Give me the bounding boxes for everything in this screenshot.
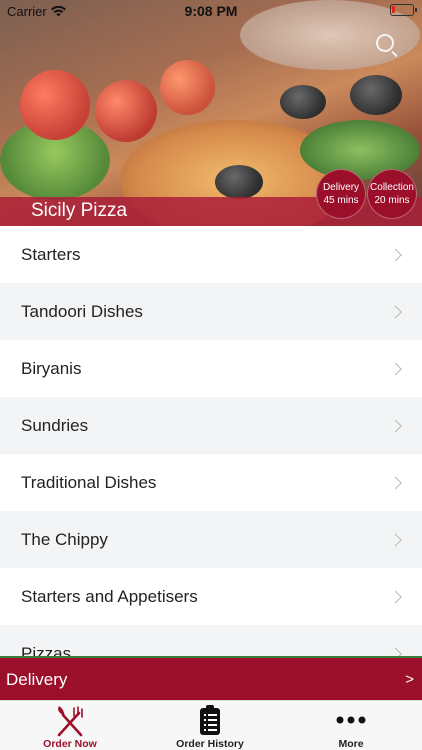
menu-category-list: Starters Tandoori Dishes Biryanis Sundri… [0, 226, 422, 656]
tab-label: Order History [176, 738, 244, 750]
tab-more[interactable]: More [281, 701, 421, 750]
menu-item-starters[interactable]: Starters [0, 226, 422, 283]
menu-item-the-chippy[interactable]: The Chippy [0, 511, 422, 568]
status-bar: Carrier 9:08 PM [0, 0, 422, 22]
menu-item-label: Traditional Dishes [21, 472, 157, 492]
menu-item-label: Tandoori Dishes [21, 301, 143, 321]
battery-icon [390, 4, 417, 16]
collection-badge-time: 20 mins [374, 195, 410, 206]
menu-item-starters-and-appetisers[interactable]: Starters and Appetisers [0, 568, 422, 625]
tab-order-now[interactable]: Order Now [0, 701, 140, 750]
menu-item-sundries[interactable]: Sundries [0, 397, 422, 454]
tab-order-history[interactable]: Order History [140, 701, 280, 750]
chevron-right-icon [389, 590, 402, 603]
tab-label: Order Now [43, 738, 97, 750]
chevron-right-icon [389, 533, 402, 546]
tab-label: More [338, 738, 364, 750]
collection-time-badge: Collection 20 mins [367, 169, 417, 219]
collection-badge-label: Collection [370, 182, 414, 193]
menu-item-label: Biryanis [21, 358, 82, 378]
delivery-mode-label: Delivery [6, 670, 68, 689]
menu-item-label: Pizzas [21, 643, 72, 657]
status-time: 9:08 PM [184, 3, 238, 19]
delivery-badge-time: 45 mins [323, 195, 359, 206]
chevron-right-icon [389, 305, 402, 318]
menu-item-label: The Chippy [21, 529, 108, 549]
delivery-mode-bar[interactable]: Delivery > [0, 656, 422, 700]
chevron-right-icon [389, 248, 402, 261]
menu-item-biryanis[interactable]: Biryanis [0, 340, 422, 397]
menu-item-pizzas[interactable]: Pizzas [0, 625, 422, 656]
delivery-badge-label: Delivery [322, 182, 360, 193]
menu-item-tandoori-dishes[interactable]: Tandoori Dishes [0, 283, 422, 340]
more-dots-icon [336, 716, 366, 724]
menu-item-label: Starters and Appetisers [21, 586, 198, 606]
menu-item-label: Starters [21, 244, 81, 264]
chevron-right-icon: > [405, 671, 414, 688]
clipboard-icon [200, 705, 220, 735]
delivery-time-badge: Delivery 45 mins [316, 169, 366, 219]
menu-item-traditional-dishes[interactable]: Traditional Dishes [0, 454, 422, 511]
fork-knife-icon [57, 706, 83, 737]
chevron-right-icon [389, 419, 402, 432]
chevron-right-icon [389, 476, 402, 489]
tab-bar: Order Now Order History More [0, 700, 422, 750]
chevron-right-icon [389, 647, 402, 656]
chevron-right-icon [389, 362, 402, 375]
menu-item-label: Sundries [21, 415, 89, 435]
restaurant-name: Sicily Pizza [31, 200, 128, 221]
search-icon[interactable] [376, 34, 394, 52]
